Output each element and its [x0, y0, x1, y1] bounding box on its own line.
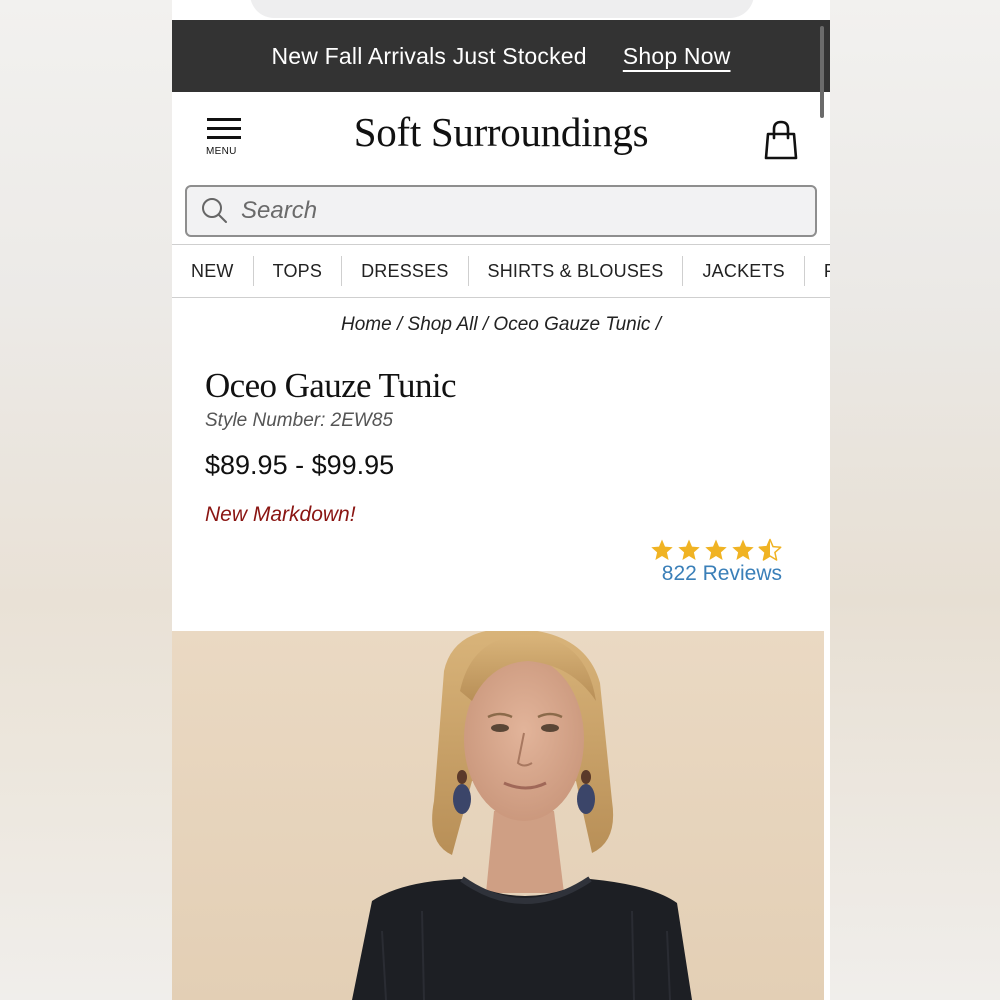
promo-banner: New Fall Arrivals Just Stocked Shop Now	[172, 20, 830, 92]
shopping-bag-icon	[764, 120, 798, 160]
breadcrumb-separator: /	[655, 314, 661, 335]
mobile-screen: New Fall Arrivals Just Stocked Shop Now …	[172, 0, 830, 1000]
star-icon	[732, 539, 754, 560]
site-logo[interactable]: Soft Surroundings	[172, 108, 830, 156]
breadcrumb-current: Oceo Gauze Tunic	[493, 314, 651, 335]
search-input[interactable]	[241, 197, 801, 225]
star-icon	[705, 539, 727, 560]
markdown-badge: New Markdown!	[205, 503, 356, 526]
shop-now-link[interactable]: Shop Now	[623, 43, 731, 70]
site-header: MENU Soft Surroundings	[172, 92, 830, 182]
star-icon	[678, 539, 700, 560]
category-pants[interactable]: PAN	[805, 256, 830, 286]
star-rating	[642, 538, 782, 562]
breadcrumb-home[interactable]: Home	[341, 314, 392, 335]
breadcrumb-separator: /	[396, 314, 408, 335]
shopping-bag-button[interactable]	[764, 120, 798, 160]
category-jackets[interactable]: JACKETS	[683, 256, 805, 286]
product-price: $89.95 - $99.95	[205, 450, 395, 480]
style-number: Style Number: 2EW85	[205, 410, 393, 431]
scrollbar[interactable]	[820, 26, 824, 118]
star-icon	[651, 539, 673, 560]
promo-message: New Fall Arrivals Just Stocked	[271, 42, 587, 69]
model-photo	[172, 631, 824, 1000]
blurred-background-left	[0, 0, 172, 1000]
browser-address-bar[interactable]	[250, 0, 754, 18]
search-box	[185, 185, 817, 237]
category-nav: NEW TOPS DRESSES SHIRTS & BLOUSES JACKET…	[172, 244, 830, 298]
category-tops[interactable]: TOPS	[254, 256, 343, 286]
category-dresses[interactable]: DRESSES	[342, 256, 469, 286]
product-title: Oceo Gauze Tunic	[205, 366, 457, 405]
product-rating[interactable]: 822 Reviews	[642, 538, 782, 586]
breadcrumb: Home / Shop All / Oceo Gauze Tunic /	[172, 314, 830, 336]
breadcrumb-shop-all[interactable]: Shop All	[408, 314, 478, 335]
search-icon	[202, 198, 227, 223]
category-shirts-blouses[interactable]: SHIRTS & BLOUSES	[469, 256, 684, 286]
breadcrumb-separator: /	[482, 314, 494, 335]
search-bar	[185, 185, 817, 237]
category-new[interactable]: NEW	[172, 256, 254, 286]
product-image[interactable]	[172, 631, 824, 1000]
half-star-icon	[758, 538, 782, 561]
reviews-link[interactable]: 822 Reviews	[642, 562, 782, 586]
blurred-background-right	[830, 0, 1000, 1000]
